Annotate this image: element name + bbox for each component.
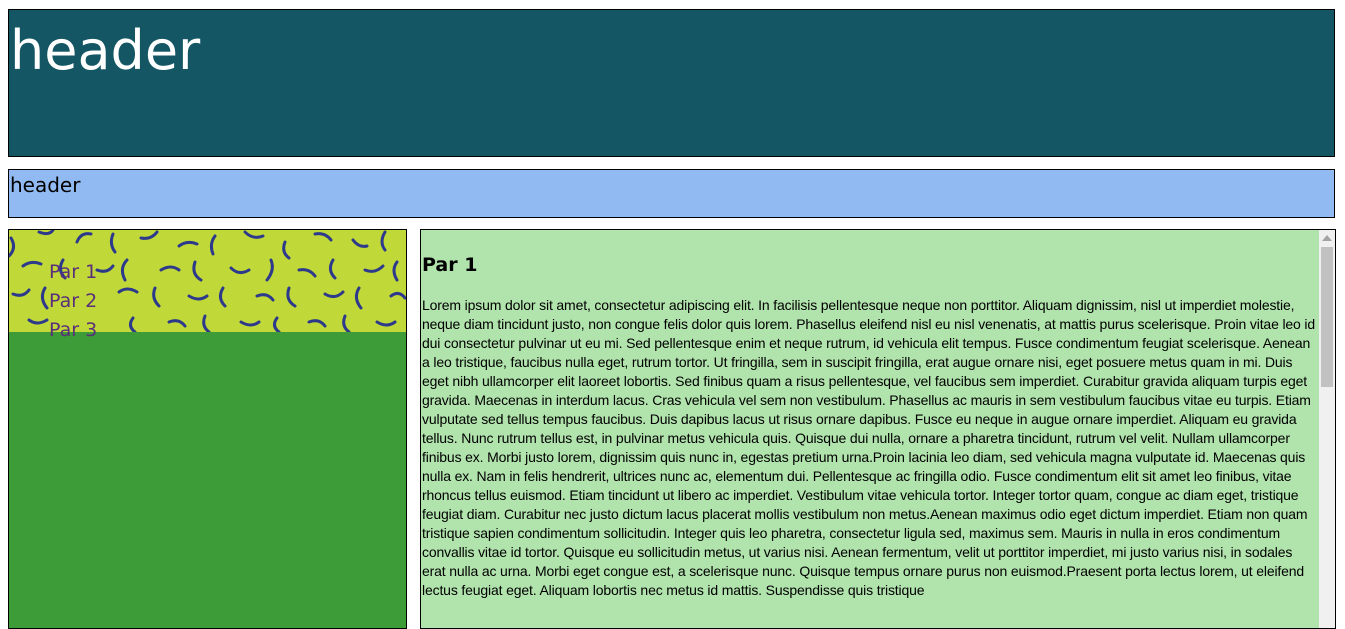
scroll-up-arrow-icon[interactable] xyxy=(1322,235,1332,241)
content-scroll-area[interactable]: Par 1 Lorem ipsum dolor sit amet, consec… xyxy=(421,230,1319,628)
sidebar-item-par-2[interactable]: Par 2 xyxy=(49,287,97,316)
sidebar-item-par-1[interactable]: Par 1 xyxy=(49,258,97,287)
main-header: header xyxy=(8,9,1335,157)
vertical-scrollbar[interactable] xyxy=(1319,230,1335,628)
sidebar-nav-list: Par 1 Par 2 Par 3 xyxy=(49,258,97,345)
sidebar-item-par-3[interactable]: Par 3 xyxy=(49,316,97,345)
scrollbar-thumb[interactable] xyxy=(1321,247,1333,387)
sub-header-title: header xyxy=(10,173,81,197)
section-paragraph: Lorem ipsum dolor sit amet, consectetur … xyxy=(422,297,1316,598)
main-content: Par 1 Lorem ipsum dolor sit amet, consec… xyxy=(420,229,1336,629)
sidebar: Par 1 Par 2 Par 3 xyxy=(8,229,407,629)
main-header-title: header xyxy=(10,19,201,82)
sub-header: header xyxy=(8,169,1335,218)
section-heading: Par 1 xyxy=(422,254,478,276)
